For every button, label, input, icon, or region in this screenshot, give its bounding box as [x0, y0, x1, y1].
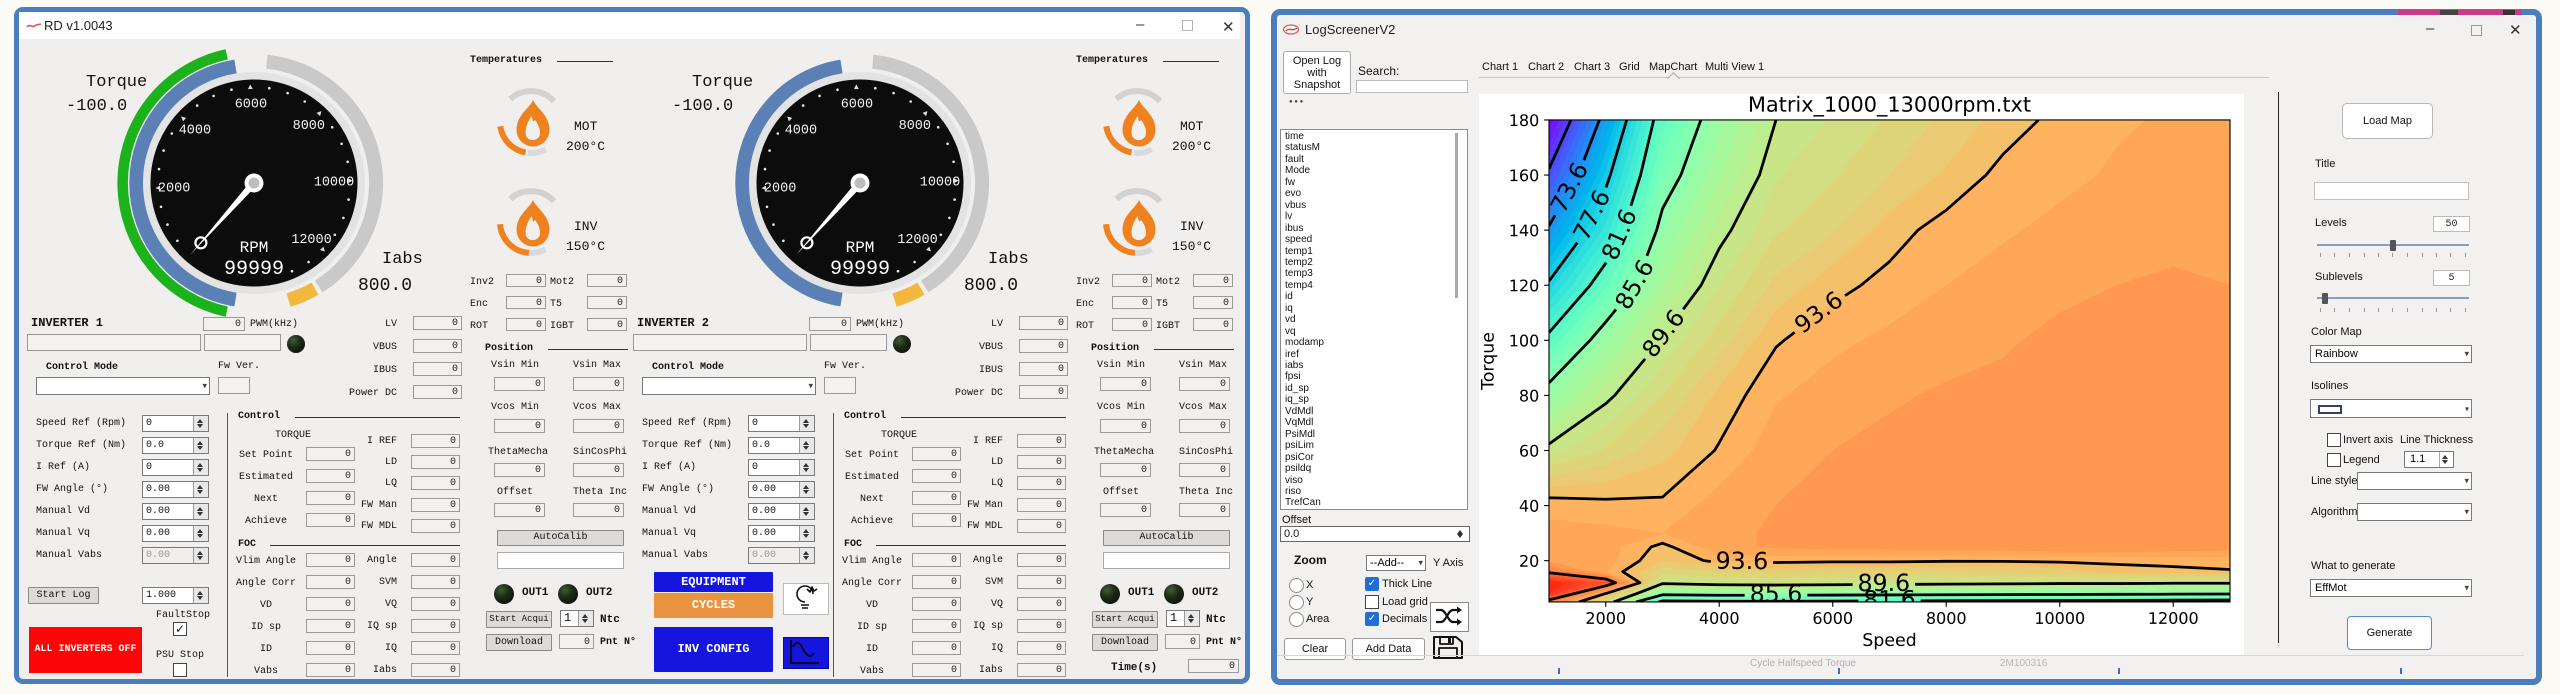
svg-text:4000: 4000 — [179, 124, 211, 139]
svg-text:4000: 4000 — [785, 124, 817, 139]
svg-text:RPM: RPM — [240, 239, 269, 257]
svg-text:10000: 10000 — [920, 176, 961, 191]
svg-text:10000: 10000 — [314, 176, 355, 191]
svg-text:8000: 8000 — [899, 119, 931, 134]
svg-text:99999: 99999 — [224, 258, 284, 281]
svg-text:12000: 12000 — [291, 233, 332, 248]
svg-text:99999: 99999 — [830, 258, 890, 281]
svg-text:RPM: RPM — [846, 239, 875, 257]
svg-text:2000: 2000 — [764, 182, 796, 197]
svg-text:8000: 8000 — [293, 119, 325, 134]
svg-text:6000: 6000 — [841, 98, 873, 113]
svg-text:2000: 2000 — [158, 182, 190, 197]
svg-text:6000: 6000 — [235, 98, 267, 113]
svg-text:12000: 12000 — [897, 233, 938, 248]
